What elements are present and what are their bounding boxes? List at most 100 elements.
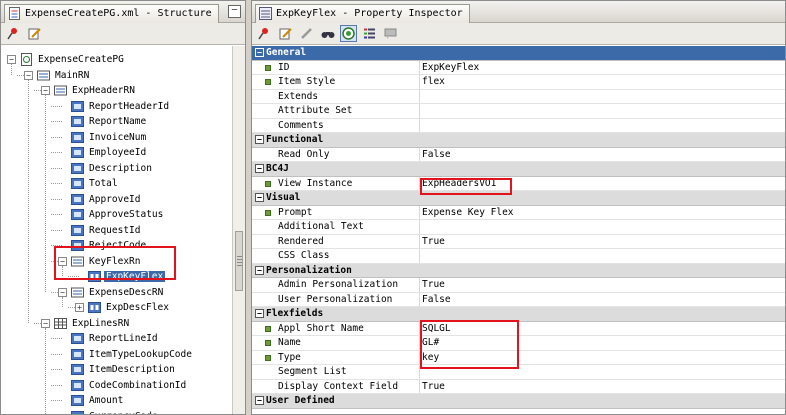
structure-scrollbar[interactable] <box>232 46 245 414</box>
collapse-icon[interactable]: − <box>58 287 67 297</box>
tree-node[interactable]: − ExpenseCreatePG <box>7 52 126 67</box>
property-row[interactable]: Admin Personalization True <box>252 278 785 293</box>
property-value[interactable]: flex <box>420 76 785 87</box>
property-value[interactable]: ExpHeadersVO1 <box>420 178 785 189</box>
property-row[interactable]: Comments <box>252 118 785 133</box>
tree-node-label: ItemTypeLookupCode <box>89 348 192 360</box>
property-row[interactable]: Attribute Set <box>252 104 785 119</box>
tree-node[interactable]: ReportHeaderId <box>58 99 171 114</box>
category-personalization[interactable]: − Personalization <box>252 263 785 278</box>
property-row[interactable]: Extends <box>252 89 785 104</box>
category-visual[interactable]: − Visual <box>252 191 785 206</box>
property-value[interactable]: Expense Key Flex <box>420 207 785 218</box>
tree-node-label: ApproveId <box>89 193 141 205</box>
property-row[interactable]: Segment List <box>252 365 785 380</box>
property-name-text: Comments <box>278 119 324 131</box>
property-row[interactable]: View Instance ExpHeadersVO1 <box>252 176 785 191</box>
tree-node[interactable]: CurrencyCode <box>58 409 160 414</box>
structure-titlebar: ExpenseCreatePG.xml - Structure – <box>1 1 245 23</box>
tree-connector <box>51 260 58 262</box>
edit-button[interactable] <box>26 25 43 42</box>
comment-button[interactable] <box>382 25 399 42</box>
collapse-icon[interactable]: − <box>255 309 264 319</box>
tree-node[interactable]: RequestId <box>58 223 142 238</box>
property-row[interactable]: User Personalization False <box>252 292 785 307</box>
categorized-button[interactable] <box>340 25 357 42</box>
inspector-tab[interactable]: ExpKeyFlex - Property Inspector <box>255 3 470 23</box>
property-value[interactable]: key <box>420 352 785 363</box>
item-icon <box>71 208 84 221</box>
collapse-icon[interactable]: − <box>255 265 264 275</box>
scrollbar-thumb[interactable] <box>235 231 243 291</box>
alphabetical-button[interactable] <box>361 25 378 42</box>
property-row[interactable]: Additional Text <box>252 220 785 235</box>
property-row[interactable]: Display Context Field True <box>252 379 785 394</box>
tree-node-label: KeyFlexRn <box>89 255 141 267</box>
inspector-toolbar <box>252 23 785 45</box>
item-icon <box>71 363 84 376</box>
tree-node[interactable]: − ExpHeaderRN <box>41 83 137 98</box>
tree-node[interactable]: ItemTypeLookupCode <box>58 347 194 362</box>
pencil-button[interactable] <box>298 25 315 42</box>
property-value[interactable]: False <box>420 294 785 305</box>
collapse-icon[interactable]: − <box>58 256 67 266</box>
page-icon <box>20 53 33 66</box>
tree-node[interactable]: − KeyFlexRn <box>58 254 142 269</box>
collapse-icon[interactable]: − <box>255 135 264 145</box>
tree-node[interactable]: InvoiceNum <box>58 130 148 145</box>
property-row[interactable]: Name GL# <box>252 336 785 351</box>
tree-node[interactable]: ItemDescription <box>58 362 177 377</box>
structure-tab[interactable]: ExpenseCreatePG.xml - Structure <box>4 3 219 23</box>
collapse-icon[interactable]: − <box>7 55 16 64</box>
pin-button[interactable] <box>5 25 22 42</box>
expand-icon[interactable]: + <box>75 303 84 312</box>
collapse-icon[interactable]: − <box>255 48 264 58</box>
property-row[interactable]: Read Only False <box>252 147 785 162</box>
tree-node[interactable]: ReportLineId <box>58 331 160 346</box>
tree-node[interactable]: ReportName <box>58 114 148 129</box>
property-value[interactable]: True <box>420 236 785 247</box>
property-value[interactable]: SQLGL <box>420 323 785 334</box>
collapse-icon[interactable]: − <box>255 164 264 174</box>
property-value[interactable]: False <box>420 149 785 160</box>
tree-node[interactable]: ApproveStatus <box>58 207 165 222</box>
tree-node[interactable]: CodeCombinationId <box>58 378 188 393</box>
category-bc4j[interactable]: − BC4J <box>252 162 785 177</box>
minimize-button[interactable]: – <box>228 5 241 18</box>
tree-node[interactable]: Total <box>58 176 120 191</box>
collapse-icon[interactable]: − <box>41 318 50 328</box>
collapse-icon[interactable]: − <box>24 70 33 80</box>
tree-node[interactable]: ExpKeyFlex <box>75 269 166 284</box>
tree-node[interactable]: Description <box>58 161 154 176</box>
category-general[interactable]: − General <box>252 46 785 61</box>
property-name-text: Prompt <box>278 206 313 218</box>
property-value[interactable]: True <box>420 279 785 290</box>
tree-node[interactable]: EmployeeId <box>58 145 148 160</box>
property-row[interactable]: CSS Class <box>252 249 785 264</box>
collapse-icon[interactable]: − <box>41 86 50 95</box>
tree-node[interactable]: − ExpenseDescRN <box>58 285 165 300</box>
property-value[interactable]: ExpKeyFlex <box>420 62 785 73</box>
pin-button[interactable] <box>256 25 273 42</box>
property-row[interactable]: Rendered True <box>252 234 785 249</box>
tree-node[interactable]: ApproveId <box>58 192 142 207</box>
tree-node[interactable]: − MainRN <box>24 68 91 83</box>
category-user-defined[interactable]: − User Defined <box>252 394 785 409</box>
tree-node[interactable]: Amount <box>58 393 125 408</box>
category-functional[interactable]: − Functional <box>252 133 785 148</box>
tree-node[interactable]: RejectCode <box>58 238 148 253</box>
property-row[interactable]: Type key <box>252 350 785 365</box>
property-value[interactable]: True <box>420 381 785 392</box>
tree-node[interactable]: + ExpDescFlex <box>75 300 171 315</box>
category-flexfields[interactable]: − Flexfields <box>252 307 785 322</box>
collapse-icon[interactable]: − <box>255 396 264 406</box>
property-value[interactable]: GL# <box>420 337 785 348</box>
property-row[interactable]: Prompt Expense Key Flex <box>252 205 785 220</box>
edit-button[interactable] <box>277 25 294 42</box>
find-button[interactable] <box>319 25 336 42</box>
tree-node[interactable]: − ExpLinesRN <box>41 316 131 331</box>
collapse-icon[interactable]: − <box>255 193 264 203</box>
property-row[interactable]: Item Style flex <box>252 75 785 90</box>
property-row[interactable]: Appl Short Name SQLGL <box>252 321 785 336</box>
property-row[interactable]: ID ExpKeyFlex <box>252 60 785 75</box>
